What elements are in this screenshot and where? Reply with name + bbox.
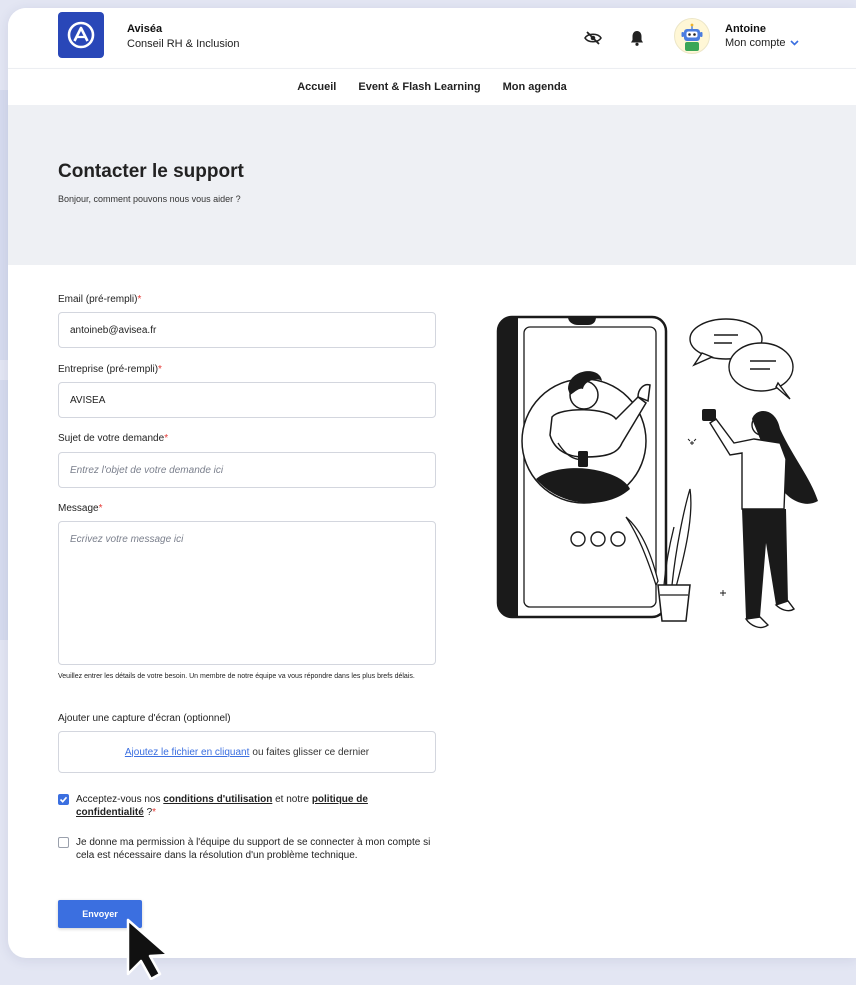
required-mark: * — [164, 433, 169, 444]
message-label: Message* — [58, 503, 103, 514]
background-strip — [0, 380, 8, 640]
access-consent-row: Je donne ma permission à l'équipe du sup… — [58, 836, 436, 862]
app-window: Aviséa Conseil RH & Inclusion Antoine Mo… — [8, 8, 856, 958]
access-consent-text: Je donne ma permission à l'équipe du sup… — [76, 837, 431, 861]
required-mark: * — [137, 294, 142, 305]
required-mark: * — [152, 807, 157, 818]
page-subtitle: Bonjour, comment pouvons nous vous aider… — [58, 194, 241, 204]
terms-link[interactable]: conditions d'utilisation — [163, 794, 272, 805]
eye-off-icon[interactable] — [583, 28, 603, 48]
required-mark: * — [158, 364, 162, 375]
upload-label: Ajouter une capture d'écran (optionnel) — [58, 713, 231, 724]
nav-item-accueil[interactable]: Accueil — [297, 81, 336, 93]
brand-subtitle: Conseil RH & Inclusion — [127, 38, 240, 50]
upload-hint-text: ou faites glisser ce dernier — [252, 746, 370, 758]
company-value: AVISEA — [70, 394, 106, 406]
mouse-pointer-icon — [122, 918, 178, 981]
terms-consent-text: Acceptez-vous nos conditions d'utilisati… — [76, 794, 368, 818]
main-nav: Accueil Event & Flash Learning Mon agend… — [8, 68, 856, 106]
message-textarea[interactable]: Ecrivez votre message ici — [58, 521, 436, 665]
brand-name: Aviséa — [127, 23, 163, 35]
robot-avatar-icon[interactable] — [674, 18, 710, 54]
subject-placeholder: Entrez l'objet de votre demande ici — [70, 464, 224, 476]
required-mark: * — [98, 503, 103, 514]
bell-icon[interactable] — [627, 28, 647, 48]
message-placeholder: Ecrivez votre message ici — [70, 534, 184, 545]
user-name: Antoine — [725, 23, 766, 35]
background-strip — [0, 90, 8, 360]
account-menu-toggle[interactable]: Mon compte — [725, 37, 799, 49]
company-label: Entreprise (pré-rempli)* — [58, 364, 162, 375]
nav-item-event-flash-learning[interactable]: Event & Flash Learning — [358, 81, 480, 93]
email-value: antoineb@avisea.fr — [70, 324, 157, 336]
upload-link[interactable]: Ajoutez le fichier en cliquant — [125, 747, 250, 758]
terms-checkbox[interactable] — [58, 794, 69, 805]
brand-logo-icon[interactable] — [58, 12, 104, 58]
check-icon — [59, 796, 68, 803]
video-call-support-illustration — [488, 303, 828, 643]
subject-field[interactable]: Entrez l'objet de votre demande ici — [58, 452, 436, 488]
access-checkbox[interactable] — [58, 837, 69, 848]
account-menu-label: Mon compte — [725, 37, 786, 49]
page-hero: Contacter le support Bonjour, comment po… — [8, 105, 856, 265]
terms-consent-row: Acceptez-vous nos conditions d'utilisati… — [58, 793, 436, 819]
email-field[interactable]: antoineb@avisea.fr — [58, 312, 436, 348]
file-dropzone[interactable]: Ajoutez le fichier en cliquant ou faites… — [58, 731, 436, 773]
top-header: Aviséa Conseil RH & Inclusion Antoine Mo… — [8, 8, 856, 68]
page-title: Contacter le support — [58, 161, 244, 182]
company-field[interactable]: AVISEA — [58, 382, 436, 418]
chevron-down-icon — [789, 37, 799, 49]
message-hint: Veuillez entrer les détails de votre bes… — [58, 673, 415, 680]
email-label: Email (pré-rempli)* — [58, 294, 142, 305]
subject-label: Sujet de votre demande* — [58, 433, 169, 444]
nav-item-mon-agenda[interactable]: Mon agenda — [503, 81, 567, 93]
